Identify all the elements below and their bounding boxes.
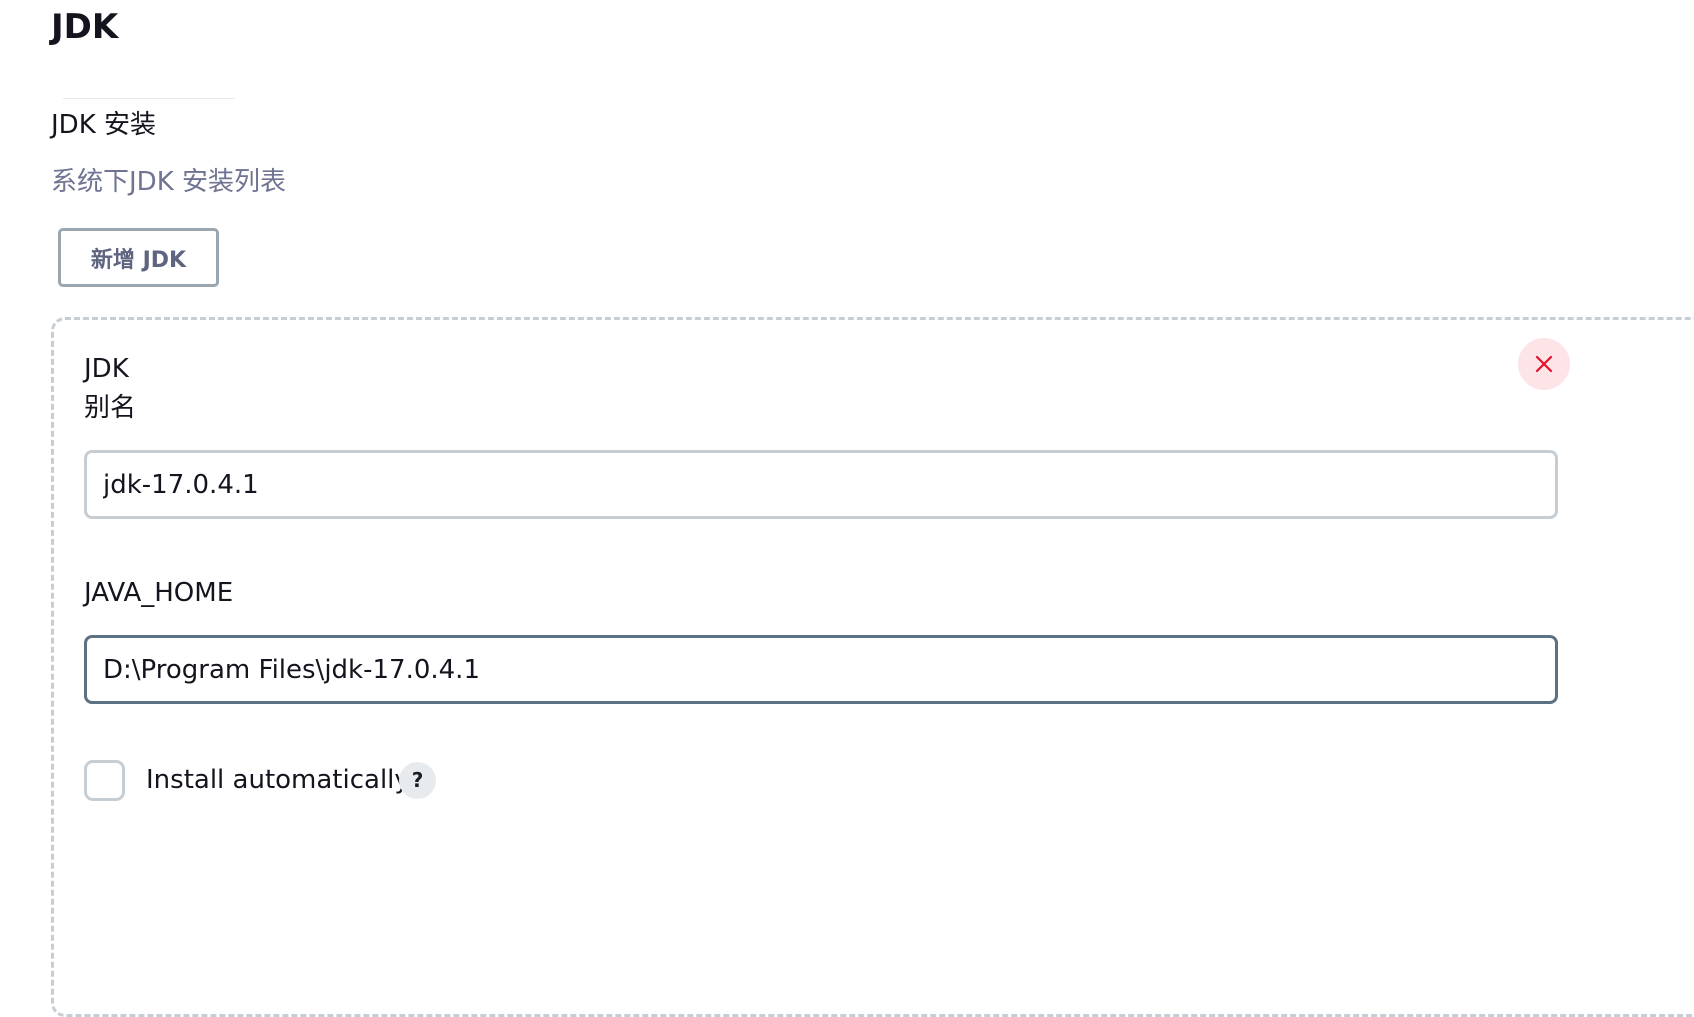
divider [63, 98, 235, 99]
help-icon[interactable]: ? [399, 762, 436, 799]
jdk-installations-description: 系统下JDK 安装列表 [51, 167, 287, 197]
java-home-input[interactable] [84, 635, 1558, 704]
jdk-installations-label: JDK 安装 [51, 110, 157, 140]
jdk-name-label-line2: 别名 [84, 393, 137, 423]
java-home-label: JAVA_HOME [84, 578, 234, 608]
jdk-name-input[interactable] [84, 450, 1558, 519]
close-icon [1535, 355, 1553, 373]
jdk-name-label-line1: JDK [84, 354, 129, 384]
add-jdk-button[interactable]: 新增 JDK [58, 228, 219, 287]
install-automatically-checkbox[interactable] [84, 760, 125, 801]
section-title: JDK [51, 7, 119, 47]
install-automatically-label[interactable]: Install automatically [146, 762, 410, 798]
delete-jdk-button[interactable] [1518, 338, 1570, 390]
